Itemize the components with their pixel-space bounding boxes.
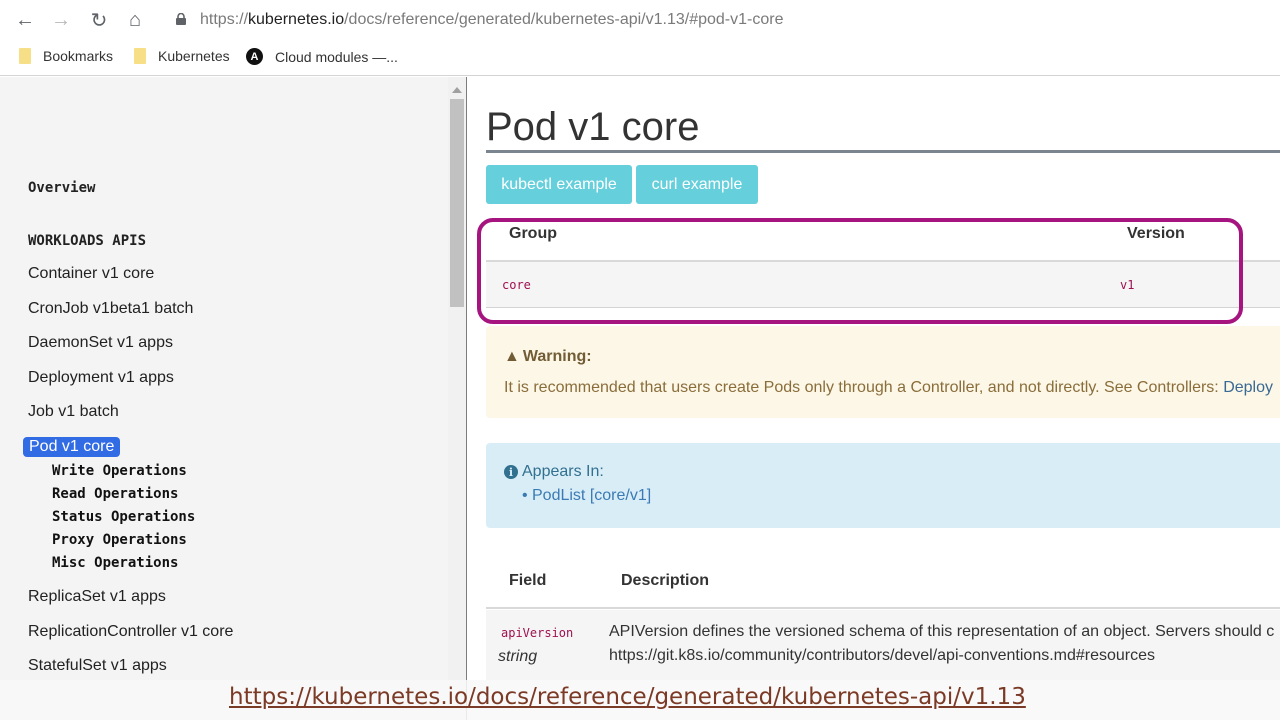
url-path: /docs/reference/generated/kubernetes-api… xyxy=(344,11,784,28)
header-version: Version xyxy=(1127,225,1185,242)
header-description: Description xyxy=(621,572,710,589)
sidebar-subitem-read-operations[interactable]: Read Operations xyxy=(52,486,178,502)
bullet: • xyxy=(522,487,528,504)
field-description: APIVersion defines the versioned schema … xyxy=(609,623,1275,640)
url-host: kubernetes.io xyxy=(248,11,345,28)
sidebar-subitem-misc-operations[interactable]: Misc Operations xyxy=(52,555,178,571)
appears-in-label: Appears In: xyxy=(522,463,604,480)
lock-icon xyxy=(176,13,186,25)
sidebar-subitem-write-operations[interactable]: Write Operations xyxy=(52,463,187,479)
sidebar-overview[interactable]: Overview xyxy=(28,180,95,196)
address-bar[interactable]: https://kubernetes.io/docs/reference/gen… xyxy=(200,11,783,29)
warning-icon: ▲ xyxy=(504,348,520,365)
fields-table-header: Field Description xyxy=(486,561,1280,609)
sidebar-section-heading: WORKLOADS APIS xyxy=(28,233,147,249)
sidebar-item-cronjob[interactable]: CronJob v1beta1 batch xyxy=(28,300,193,318)
folder-icon xyxy=(19,48,31,64)
warning-alert: ▲ Warning: It is recommended that users … xyxy=(486,326,1280,418)
ansible-icon: A xyxy=(246,48,263,65)
scroll-up-arrow-icon[interactable] xyxy=(452,87,462,93)
bookmarks-bar: Bookmarks Kubernetes A Cloud modules —..… xyxy=(0,40,1280,76)
bookmark-label: Bookmarks xyxy=(43,48,114,64)
bookmark-label: Kubernetes xyxy=(158,48,230,64)
sidebar-item-statefulset[interactable]: StatefulSet v1 apps xyxy=(28,657,167,675)
header-group: Group xyxy=(509,225,557,242)
field-name: apiVersion xyxy=(501,626,574,640)
cell-version: v1 xyxy=(1120,278,1135,292)
appears-in-title: i Appears In: xyxy=(504,463,604,481)
sidebar-item-pod-active[interactable]: Pod v1 core xyxy=(23,437,121,457)
back-button[interactable]: ← xyxy=(14,9,36,31)
main-content: Pod v1 core kubectl example curl example… xyxy=(469,77,1280,720)
sidebar-item-job[interactable]: Job v1 batch xyxy=(28,403,119,421)
sidebar-item-deployment[interactable]: Deployment v1 apps xyxy=(28,369,174,387)
home-button[interactable]: ⌂ xyxy=(124,9,146,31)
home-icon: ⌂ xyxy=(128,8,142,31)
warning-title-text: Warning: xyxy=(522,348,592,365)
back-arrow-icon: ← xyxy=(15,8,35,31)
sidebar-item-daemonset[interactable]: DaemonSet v1 apps xyxy=(28,334,173,352)
header-field: Field xyxy=(509,572,547,589)
warning-body: It is recommended that users create Pods… xyxy=(504,379,1224,396)
sidebar-subitem-proxy-operations[interactable]: Proxy Operations xyxy=(52,532,187,548)
bookmark-cloud-modules[interactable]: A Cloud modules —... xyxy=(246,48,398,65)
reload-button[interactable]: ↻ xyxy=(88,9,110,32)
sidebar-item-replicationcontroller[interactable]: ReplicationController v1 core xyxy=(28,623,233,641)
field-type: string xyxy=(498,648,538,665)
info-icon: i xyxy=(504,465,518,479)
scrollbar-thumb[interactable] xyxy=(450,99,464,307)
sidebar-subitem-status-operations[interactable]: Status Operations xyxy=(52,509,195,525)
sidebar-item-container[interactable]: Container v1 core xyxy=(28,265,154,283)
folder-icon xyxy=(134,48,146,64)
page-title: Pod v1 core xyxy=(486,105,700,149)
group-version-table: Group Version core v1 xyxy=(486,219,1280,308)
curl-example-button[interactable]: curl example xyxy=(636,165,758,204)
sidebar-scrollbar[interactable] xyxy=(448,77,466,720)
appears-in-alert: i Appears In: • PodList [core/v1] xyxy=(486,443,1280,528)
deployment-link[interactable]: Deploy xyxy=(1223,379,1273,396)
podlist-link[interactable]: PodList [core/v1] xyxy=(532,487,651,505)
reload-icon: ↻ xyxy=(90,9,108,32)
forward-button[interactable]: → xyxy=(50,9,72,31)
sidebar-item-replicaset[interactable]: ReplicaSet v1 apps xyxy=(28,588,166,606)
warning-title: ▲ Warning: xyxy=(504,348,592,366)
title-divider xyxy=(486,150,1280,153)
bookmark-bookmarks[interactable]: Bookmarks xyxy=(19,48,113,64)
table-header: Group Version xyxy=(486,219,1280,262)
bookmark-kubernetes[interactable]: Kubernetes xyxy=(134,48,230,64)
cell-group: core xyxy=(502,278,531,292)
table-row: core v1 xyxy=(486,262,1280,308)
forward-arrow-icon: → xyxy=(51,8,71,31)
kubectl-example-button[interactable]: kubectl example xyxy=(486,165,632,204)
table-row: apiVersion string APIVersion defines the… xyxy=(486,610,1280,680)
caption-link[interactable]: https://kubernetes.io/docs/reference/gen… xyxy=(229,684,1026,710)
url-prefix: https:// xyxy=(200,11,249,28)
field-description-link[interactable]: https://git.k8s.io/community/contributor… xyxy=(609,647,1155,665)
browser-toolbar: ← → ↻ ⌂ https://kubernetes.io/docs/refer… xyxy=(0,0,1280,40)
warning-text: It is recommended that users create Pods… xyxy=(504,379,1273,397)
bookmark-label: Cloud modules —... xyxy=(275,48,398,65)
sidebar-nav: Overview WORKLOADS APIS Container v1 cor… xyxy=(0,77,467,720)
